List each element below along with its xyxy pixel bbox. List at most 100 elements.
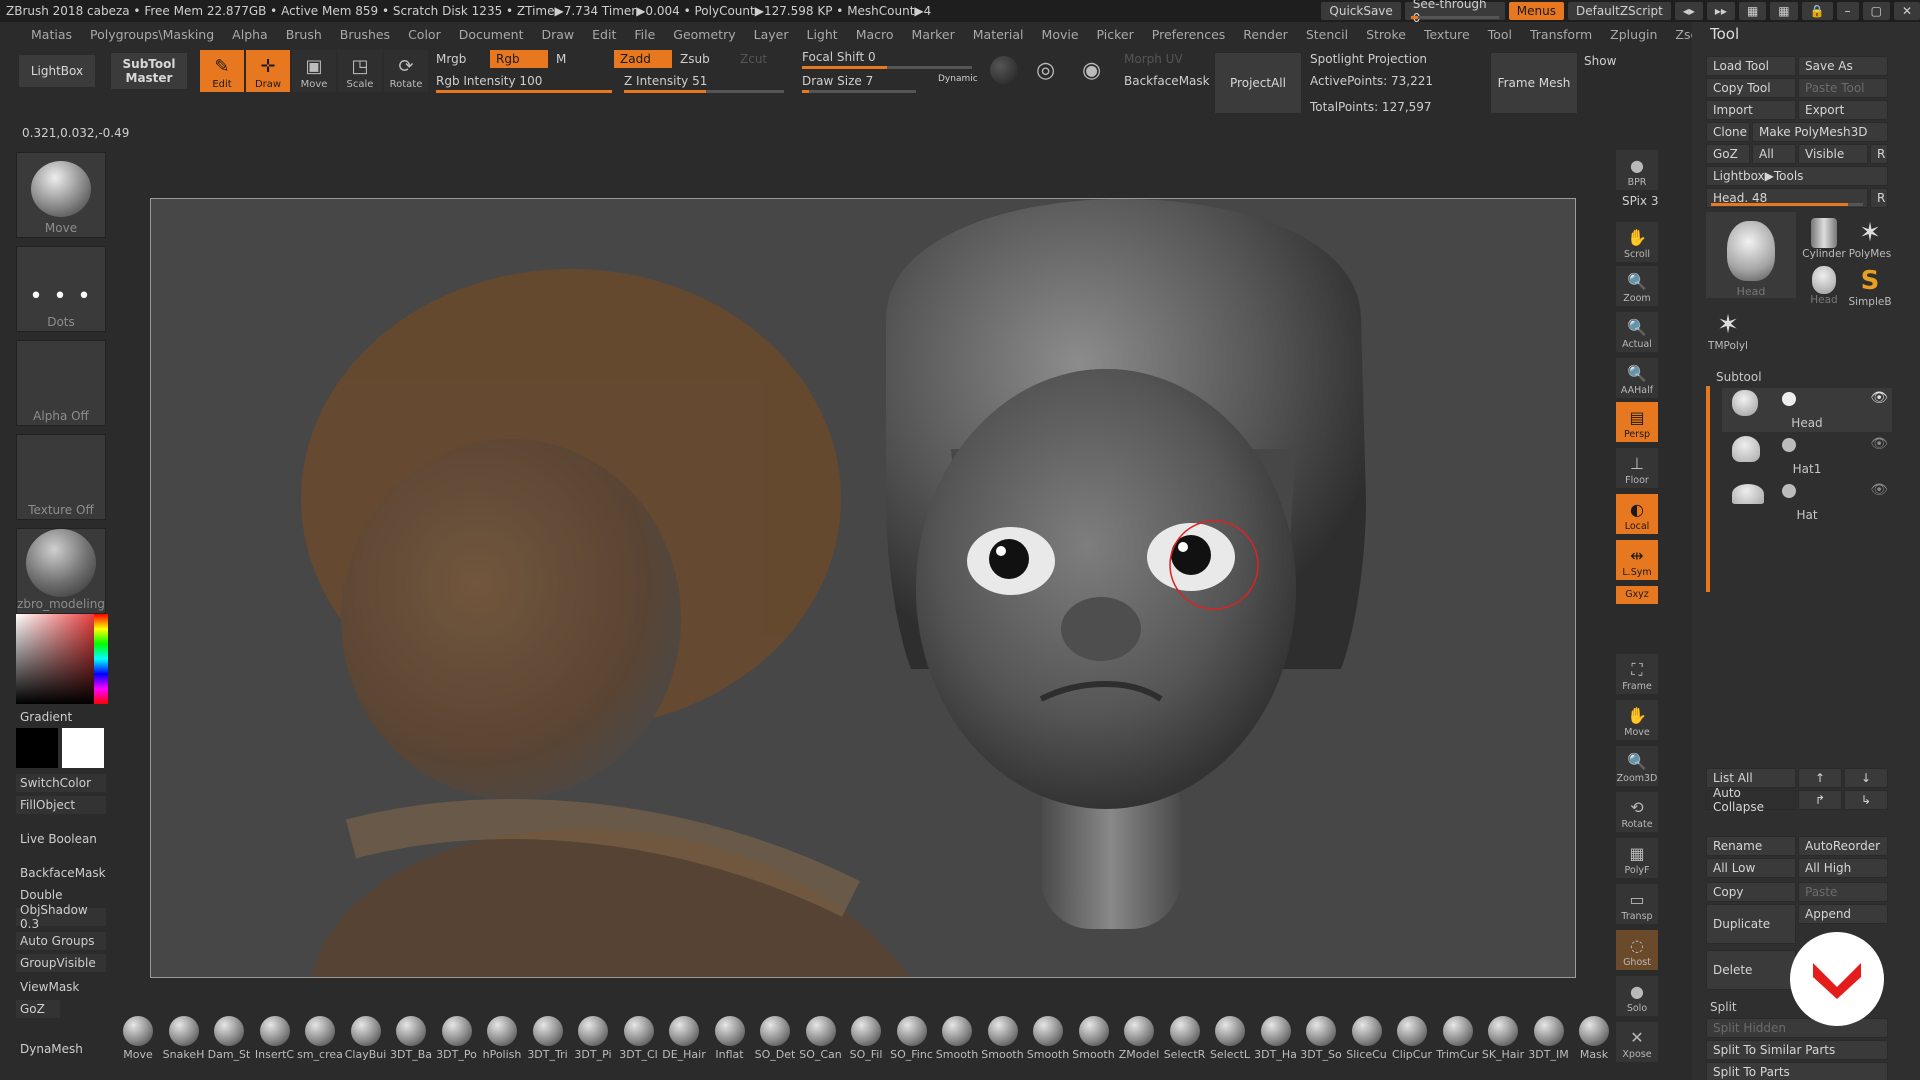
menu-item[interactable]: Geometry [664,27,744,42]
tool-thumb-polymesh[interactable]: ✶ PolyMes [1848,218,1892,264]
frame-button[interactable]: ⛶ Frame [1616,654,1658,694]
focal-shift-track[interactable] [802,66,972,69]
move-button[interactable]: ▣ Move [292,50,336,92]
lock-icon[interactable]: 🔒 [1801,2,1833,20]
brush-item[interactable]: 3DT_Cl [617,1014,661,1064]
import-button[interactable]: Import [1706,100,1796,120]
rotate-button[interactable]: ⟳ Rotate [384,50,428,92]
menu-item[interactable]: Movie [1033,27,1088,42]
floor-button[interactable]: ⊥ Floor [1616,448,1658,488]
brush-item[interactable]: SO_Finc [890,1014,934,1064]
eye-icon[interactable]: 👁 [1870,436,1888,452]
subtool-polypaint-icon[interactable] [1782,392,1796,406]
backface-mask-left-button[interactable]: BackfaceMask [16,864,106,882]
palette-icon-2[interactable]: ▦ [1770,2,1798,20]
brush-item[interactable]: DE_Hair [662,1014,706,1064]
solo-button[interactable]: ● Solo [1616,976,1658,1016]
menu-item[interactable]: File [625,27,664,42]
menu-item[interactable]: Stencil [1297,27,1357,42]
menus-button[interactable]: Menus [1508,2,1564,20]
lightbox-button[interactable]: LightBox [18,54,96,88]
goz-r-button[interactable]: R [1870,144,1888,164]
ghost-button[interactable]: ◌ Ghost [1616,930,1658,970]
project-all-button[interactable]: ProjectAll [1214,52,1302,114]
subtool-item-hat[interactable]: 👁 Hat [1722,480,1892,524]
view-mask-button[interactable]: ViewMask [16,978,106,996]
paste-tool-button[interactable]: Paste Tool [1798,78,1888,98]
texture-thumbnail[interactable]: Texture Off [16,434,106,520]
zcut-button[interactable]: Zcut [734,50,773,68]
minimize-icon[interactable]: – [1836,2,1859,20]
menu-item[interactable]: Color [399,27,450,42]
group-visible-button[interactable]: GroupVisible [16,954,106,972]
menu-item[interactable]: Zplugin [1601,27,1666,42]
brush-thumbnail[interactable]: Move [16,152,106,238]
collapse-arrow-icon[interactable]: ↱ [1798,790,1842,810]
list-all-button[interactable]: List All [1706,768,1796,788]
alpha-thumbnail[interactable]: Alpha Off [16,340,106,426]
menu-item[interactable]: Macro [847,27,903,42]
copy-button[interactable]: Copy [1706,882,1796,902]
brush-item[interactable]: 3DT_IM [1527,1014,1571,1064]
frame-mesh-button[interactable]: Frame Mesh [1490,52,1578,114]
brush-item[interactable]: Inflat [708,1014,752,1064]
lsym-button[interactable]: ⇹ L.Sym [1616,540,1658,580]
material-thumbnail[interactable]: zbro_modeling [16,528,106,614]
load-tool-button[interactable]: Load Tool [1706,56,1796,76]
subtool-polypaint-icon[interactable] [1782,484,1796,498]
menu-item[interactable]: Brush [277,27,331,42]
zoom3d-button[interactable]: 🔍 Zoom3D [1616,746,1658,786]
xyz-button[interactable]: Gxyz [1616,586,1658,604]
tool-thumb-simplebrush[interactable]: S SimpleB [1848,266,1892,312]
zadd-button[interactable]: Zadd [614,50,672,68]
m-button[interactable]: M [550,50,572,68]
z-intensity-slider[interactable]: Z Intensity 51 [618,72,713,90]
move-down-arrow-icon[interactable]: ↓ [1844,768,1888,788]
edit-button[interactable]: ✎ Edit [200,50,244,92]
menu-item[interactable]: Polygroups\Masking [81,27,223,42]
menu-item[interactable]: Matias [22,27,81,42]
aahalf-button[interactable]: 🔍 AAHalf [1616,358,1658,398]
menu-item[interactable]: Transform [1521,27,1601,42]
tool-thumb-cylinder[interactable]: Cylinder [1802,218,1846,264]
dynamic-toggle[interactable]: Dynamic [932,70,984,88]
auto-collapse-button[interactable]: Auto Collapse [1706,786,1796,814]
menu-item[interactable]: Brushes [331,27,399,42]
make-polymesh-button[interactable]: Make PolyMesh3D [1752,122,1888,142]
brush-item[interactable]: 3DT_Po [435,1014,479,1064]
spix-slider[interactable]: SPix 3 [1622,194,1658,208]
palette-icon[interactable]: ▦ [1738,2,1767,20]
menu-item[interactable]: Stroke [1357,27,1415,42]
material-sphere-icon[interactable] [990,56,1018,84]
lazy-mouse-icon[interactable]: ◎ [1036,58,1055,83]
menu-item[interactable]: Marker [903,27,964,42]
focal-shift-slider[interactable]: Focal Shift 0 [796,48,882,66]
obj-shadow-slider[interactable]: ObjShadow 0.3 [16,903,106,931]
goz-visible-button[interactable]: Visible [1798,144,1868,164]
brush-item[interactable]: Smooth [1072,1014,1116,1064]
brush-item[interactable]: SelectR [1163,1014,1207,1064]
goz-all-button[interactable]: All [1752,144,1796,164]
menu-item[interactable]: Document [450,27,533,42]
bpr-button[interactable]: ● BPR [1616,150,1658,190]
polyf-button[interactable]: ▦ PolyF [1616,838,1658,878]
quicksave-button[interactable]: QuickSave [1321,2,1401,20]
tool-thumb-head2[interactable]: Head [1802,266,1846,312]
brush-item[interactable]: SK_Hair [1481,1014,1525,1064]
auto-reorder-button[interactable]: AutoReorder [1798,836,1888,856]
actual-button[interactable]: 🔍 Actual [1616,312,1658,352]
brush-item[interactable]: ClayBui [344,1014,388,1064]
draw-size-track[interactable] [802,90,916,93]
tool-thumb-tmpoly[interactable]: ✶ TMPolyl [1706,310,1750,356]
brush-item[interactable]: hPolish [480,1014,524,1064]
clone-button[interactable]: Clone [1706,122,1750,142]
menu-item[interactable]: Alpha [223,27,277,42]
brush-item[interactable]: 3DT_Tri [526,1014,570,1064]
append-button[interactable]: Append [1798,904,1888,924]
brush-item[interactable]: Smooth [935,1014,979,1064]
brush-item[interactable]: Dam_St [207,1014,251,1064]
brush-item[interactable]: Move [116,1014,160,1064]
mrgb-button[interactable]: Mrgb [430,50,472,68]
menu-item[interactable]: Tool [1479,27,1521,42]
subtool-master-button[interactable]: SubTool Master [110,52,188,90]
